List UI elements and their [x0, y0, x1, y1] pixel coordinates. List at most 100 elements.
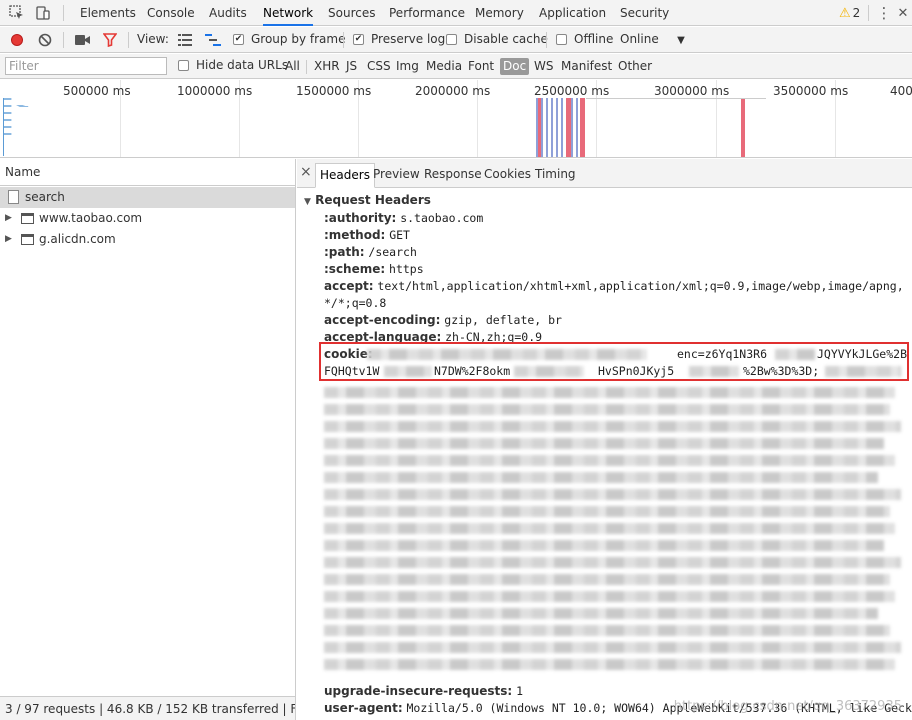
redacted-value	[689, 366, 739, 377]
cookie-value: enc=z6Yq1N3R6	[677, 347, 768, 361]
timeline-label: 1500000 ms	[296, 84, 372, 98]
redacted-line	[324, 421, 902, 432]
screenshot-capture-button[interactable]	[74, 32, 92, 48]
filter-separator	[306, 60, 307, 74]
waterfall-view-button[interactable]	[204, 32, 222, 48]
clear-button[interactable]	[37, 32, 53, 48]
device-toolbar-icon[interactable]	[34, 4, 52, 22]
preserve-log-checkbox[interactable]: ✔	[353, 34, 364, 45]
throttling-select[interactable]: Online	[620, 32, 659, 46]
preserve-log-label: Preserve log	[371, 32, 446, 46]
filter-type-other[interactable]: Other	[615, 58, 655, 75]
header-value: https	[389, 262, 424, 276]
redacted-line	[324, 438, 884, 449]
tab-performance[interactable]: Performance	[389, 0, 465, 26]
timeline-label: 3000000 ms	[654, 84, 730, 98]
record-icon	[11, 34, 23, 46]
tab-timing[interactable]: Timing	[531, 163, 580, 188]
tab-headers[interactable]: Headers	[315, 163, 375, 188]
filter-type-manifest[interactable]: Manifest	[558, 58, 615, 75]
column-header-name[interactable]: Name	[0, 159, 295, 186]
filter-type-media[interactable]: Media	[423, 58, 465, 75]
toolbar-separator	[546, 32, 547, 48]
header-name: :path:	[324, 245, 365, 259]
request-row-frame-alicdn[interactable]: ▶ g.alicdn.com	[0, 229, 295, 250]
warning-indicator[interactable]: ⚠ 2	[839, 4, 860, 22]
close-details-icon[interactable]: ×	[300, 164, 312, 180]
redacted-value	[384, 366, 432, 377]
timeline-activity-late	[741, 98, 745, 157]
tabbar-separator	[63, 5, 64, 21]
cookie-value: FQHQtv1W	[324, 364, 380, 378]
dropdown-arrow-icon[interactable]: ▼	[674, 32, 688, 48]
tab-application[interactable]: Application	[539, 0, 606, 26]
timeline-selection-region	[536, 98, 586, 157]
tab-audits[interactable]: Audits	[209, 0, 247, 26]
toolbar-separator	[63, 32, 64, 48]
disable-cache-checkbox[interactable]	[446, 34, 457, 45]
redacted-line	[324, 489, 902, 500]
more-options-icon[interactable]: ⋮	[876, 4, 892, 22]
inspect-element-icon[interactable]	[8, 4, 26, 22]
filter-type-ws[interactable]: WS	[531, 58, 556, 75]
expand-arrow-icon[interactable]: ▶	[5, 208, 12, 229]
timeline-label: 1000000 ms	[177, 84, 253, 98]
close-devtools-icon[interactable]: ✕	[896, 4, 910, 22]
request-list-panel: Name search ▶ www.taobao.com ▶ g.alicdn.…	[0, 159, 296, 720]
header-name: :scheme:	[324, 262, 386, 276]
network-overview-timeline[interactable]: 500000 ms 1000000 ms 1500000 ms 2000000 …	[0, 80, 912, 158]
record-button[interactable]	[9, 32, 25, 48]
request-headers-section[interactable]: ▼ Request Headers	[304, 193, 431, 207]
filter-type-font[interactable]: Font	[465, 58, 497, 75]
redacted-line	[324, 540, 884, 551]
header-name: accept-encoding:	[324, 313, 441, 327]
tab-elements[interactable]: Elements	[80, 0, 136, 26]
filter-type-xhr[interactable]: XHR	[311, 58, 343, 75]
cookie-value: N7DW%2F8okm	[434, 364, 511, 378]
timeline-activity-red	[580, 98, 585, 157]
tab-cookies[interactable]: Cookies	[480, 163, 535, 188]
redacted-line	[324, 523, 896, 534]
redacted-value	[514, 366, 584, 377]
cookie-value-fragment: enc=z6Yq1N3R6	[677, 346, 767, 363]
large-rows-view-button[interactable]	[176, 32, 194, 48]
waterfall-icon	[205, 34, 221, 46]
request-row-search[interactable]: search	[0, 187, 295, 208]
timeline-label: 3500000 ms	[773, 84, 849, 98]
request-row-frame-taobao[interactable]: ▶ www.taobao.com	[0, 208, 295, 229]
tab-preview[interactable]: Preview	[369, 163, 424, 188]
redacted-value	[367, 349, 647, 360]
filter-input[interactable]	[5, 57, 167, 75]
group-by-frame-checkbox[interactable]: ✔	[233, 34, 244, 45]
timeline-label: 4000	[890, 84, 912, 98]
filter-type-doc[interactable]: Doc	[500, 58, 530, 75]
hide-data-urls-checkbox[interactable]	[178, 60, 189, 71]
cookie-value: HvSPn0JKyj5	[598, 364, 675, 378]
toolbar-separator	[128, 32, 129, 48]
tab-response[interactable]: Response	[420, 163, 486, 188]
header-value: s.taobao.com	[400, 211, 484, 225]
filter-type-css[interactable]: CSS	[364, 58, 394, 75]
tab-network[interactable]: Network	[263, 0, 314, 26]
network-summary-bar: 3 / 97 requests | 46.8 KB / 152 KB trans…	[0, 696, 295, 720]
filter-bar: Hide data URLs All XHR JS CSS Img Media …	[0, 54, 912, 79]
header-name: cookie:	[324, 347, 373, 361]
tab-memory[interactable]: Memory	[475, 0, 524, 26]
header-value: gzip, deflate, br	[444, 313, 562, 327]
filter-type-img[interactable]: Img	[393, 58, 422, 75]
filter-type-all[interactable]: All	[282, 58, 303, 75]
view-label: View:	[137, 32, 169, 46]
redacted-value	[825, 366, 901, 377]
header-row: :scheme: https	[324, 261, 424, 278]
expand-arrow-icon[interactable]: ▶	[5, 229, 12, 250]
cookie-value-fragment: FQHQtv1W	[324, 363, 379, 380]
header-value: GET	[389, 228, 410, 242]
filter-toggle-button[interactable]	[101, 32, 119, 48]
filter-type-js[interactable]: JS	[343, 58, 360, 75]
tab-sources[interactable]: Sources	[328, 0, 375, 26]
tab-console[interactable]: Console	[147, 0, 195, 26]
tab-security[interactable]: Security	[620, 0, 669, 26]
offline-checkbox[interactable]	[556, 34, 567, 45]
redacted-line	[324, 608, 878, 619]
header-row: :method: GET	[324, 227, 410, 244]
